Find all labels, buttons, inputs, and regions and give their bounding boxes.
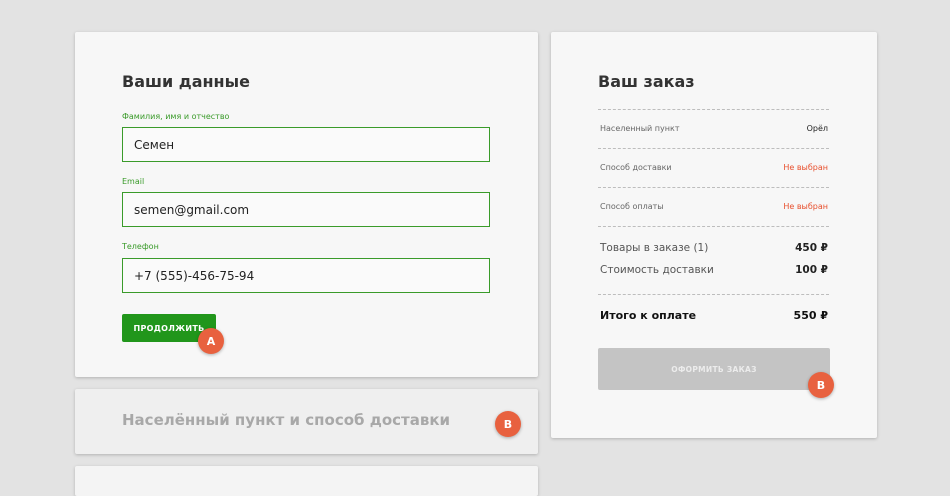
divider	[598, 187, 829, 188]
delivery-step-card[interactable]: Населённый пункт и способ доставки B	[75, 389, 538, 454]
phone-label: Телефон	[122, 242, 159, 251]
divider	[598, 148, 829, 149]
name-label: Фамилия, имя и отчество	[122, 112, 230, 121]
email-label: Email	[122, 177, 145, 186]
contact-card: Ваши данные Фамилия, имя и отчество Emai…	[75, 32, 538, 377]
items-value: 450 ₽	[795, 242, 828, 254]
delivery-method-value: Не выбран	[783, 163, 828, 172]
payment-method-value: Не выбран	[783, 202, 828, 211]
full-name-input[interactable]	[122, 127, 490, 162]
divider	[598, 109, 829, 110]
payment-method-label: Способ оплаты	[600, 202, 664, 211]
divider	[598, 226, 829, 227]
delivery-method-label: Способ доставки	[600, 163, 672, 172]
next-step-card[interactable]	[75, 466, 538, 496]
total-label: Итого к оплате	[600, 309, 697, 322]
marker-b-badge: B	[495, 411, 521, 437]
contact-title: Ваши данные	[122, 72, 250, 91]
delivery-step-title: Населённый пункт и способ доставки	[122, 411, 451, 429]
phone-input[interactable]	[122, 258, 490, 293]
city-value: Орёл	[806, 124, 828, 133]
checkout-button[interactable]: ОФОРМИТЬ ЗАКАЗ	[598, 348, 830, 390]
order-title: Ваш заказ	[598, 72, 695, 91]
total-value: 550 ₽	[793, 309, 828, 322]
city-label: Населенный пункт	[600, 124, 680, 133]
email-input[interactable]	[122, 192, 490, 227]
order-summary-card: Ваш заказ Населенный пункт Орёл Способ д…	[551, 32, 877, 438]
items-label: Товары в заказе (1)	[600, 242, 709, 254]
shipping-cost-value: 100 ₽	[795, 264, 828, 276]
shipping-cost-label: Стоимость доставки	[600, 264, 714, 276]
marker-b-badge: B	[808, 372, 834, 398]
marker-a-badge: A	[198, 328, 224, 354]
divider	[598, 294, 829, 295]
